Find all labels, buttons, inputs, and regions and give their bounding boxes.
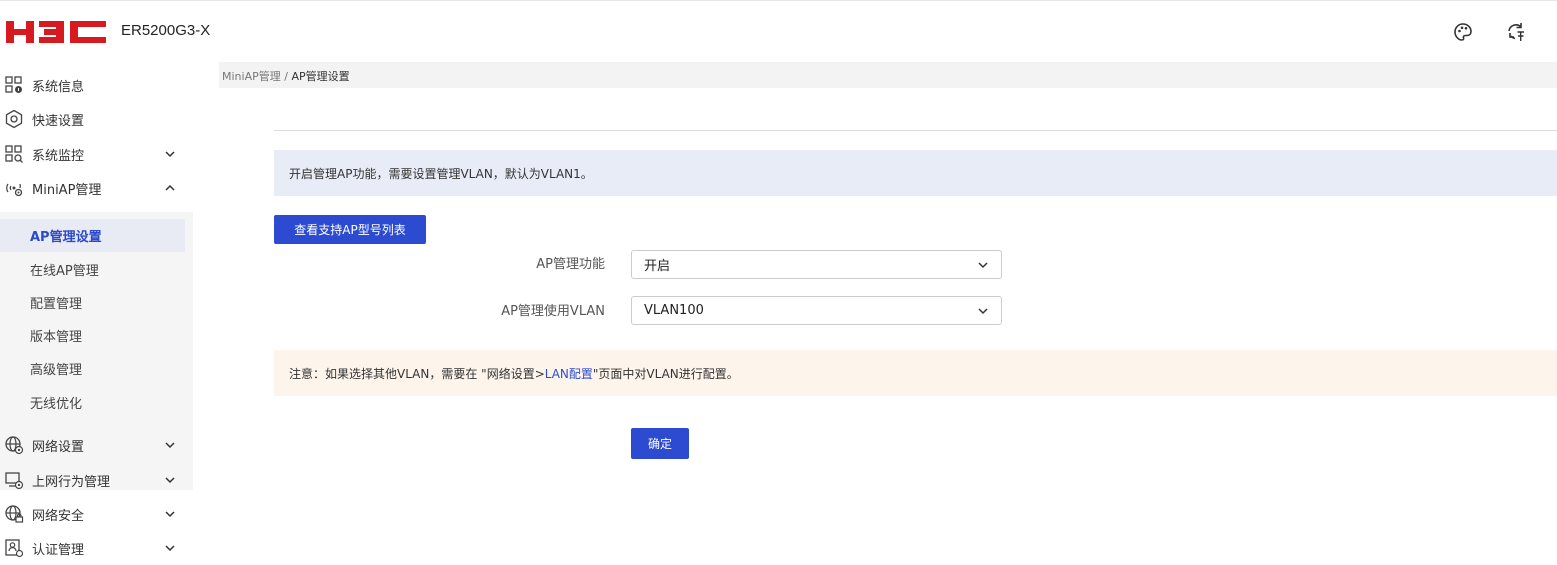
system-info-icon (5, 76, 22, 93)
sidebar-item-miniap[interactable]: MiniAP管理 (0, 171, 193, 205)
sidebar-item-label: 快速设置 (32, 113, 85, 129)
h3c-logo (6, 21, 106, 43)
top-header: ER5200G3-X (0, 0, 1557, 62)
system-monitor-icon (5, 145, 23, 163)
sidebar-item-label: 系统监控 (32, 148, 85, 164)
info-message: 开启管理AP功能，需要设置管理VLAN，默认为VLAN1。 (274, 150, 1557, 196)
sidebar: 系统信息 快速设置 系统监控 MiniAP管理 AP管理设置 在线AP管理 配置… (0, 62, 200, 558)
note-message: 注意：如果选择其他VLAN，需要在 "网络设置> LAN配置 "页面中对VLAN进行… (274, 350, 1557, 396)
sidebar-item-label: MiniAP管理 (32, 182, 102, 198)
network-settings-icon (5, 436, 24, 455)
behavior-management-icon (5, 472, 24, 490)
sidebar-item-label: 网络安全 (32, 508, 85, 524)
view-supported-models-button[interactable]: 查看支持AP型号列表 (274, 215, 426, 244)
lan-config-link[interactable]: LAN配置 (545, 365, 593, 382)
submenu-item-wireless-optimization[interactable]: 无线优化 (0, 386, 185, 419)
note-suffix: "页面中对VLAN进行配置。 (592, 366, 739, 381)
vlan-select[interactable]: VLAN100 (631, 296, 1002, 325)
sidebar-item-behavior-management[interactable]: 上网行为管理 (0, 463, 193, 497)
sidebar-item-network-security[interactable]: 网络安全 (0, 497, 193, 531)
breadcrumb-current: AP管理设置 (291, 70, 350, 83)
chevron-down-icon (165, 511, 175, 518)
ap-function-select[interactable]: 开启 (631, 250, 1002, 279)
chevron-down-icon (978, 262, 988, 269)
breadcrumb-bar: MiniAP管理 / AP管理设置 (219, 62, 1557, 88)
sidebar-item-quick-setup[interactable]: 快速设置 (0, 102, 193, 136)
sidebar-item-label: 认证管理 (32, 542, 85, 558)
ap-function-value: 开启 (644, 259, 671, 274)
device-name: ER5200G3-X (121, 22, 211, 39)
main-content: MiniAP管理 / AP管理设置 开启管理AP功能，需要设置管理VLAN，默认… (219, 62, 1557, 558)
submenu-item-advanced-management[interactable]: 高级管理 (0, 352, 185, 385)
chevron-down-icon (165, 442, 175, 449)
note-prefix: 注意：如果选择其他VLAN，需要在 "网络设置> (289, 366, 545, 381)
submenu-item-online-ap[interactable]: 在线AP管理 (0, 253, 185, 286)
sidebar-item-system-info[interactable]: 系统信息 (0, 68, 193, 102)
breadcrumb-separator: / (280, 70, 292, 83)
breadcrumb: MiniAP管理 / AP管理设置 (222, 68, 350, 84)
sidebar-item-system-monitor[interactable]: 系统监控 (0, 137, 193, 171)
chevron-down-icon (165, 151, 175, 158)
sidebar-item-label: 上网行为管理 (32, 474, 111, 490)
sidebar-item-label: 系统信息 (32, 79, 85, 95)
chevron-down-icon (165, 477, 175, 484)
chevron-down-icon (165, 545, 175, 552)
miniap-icon (6, 183, 23, 197)
vlan-label: AP管理使用VLAN (501, 304, 605, 319)
submenu-item-version-management[interactable]: 版本管理 (0, 319, 185, 352)
ap-function-label: AP管理功能 (536, 257, 605, 272)
breadcrumb-parent[interactable]: MiniAP管理 (222, 70, 281, 83)
sidebar-item-network-settings[interactable]: 网络设置 (0, 428, 193, 462)
vlan-value: VLAN100 (644, 303, 704, 318)
sidebar-item-label: 网络设置 (32, 439, 85, 455)
sidebar-item-auth-management[interactable]: 认证管理 (0, 531, 193, 565)
chevron-up-icon (165, 184, 175, 191)
refresh-language-icon[interactable] (1505, 21, 1527, 43)
quick-setup-icon (5, 109, 23, 129)
network-security-icon (5, 505, 24, 523)
palette-icon[interactable] (1452, 21, 1474, 43)
section-divider (274, 130, 1557, 131)
submenu-item-ap-settings[interactable]: AP管理设置 (0, 219, 185, 252)
auth-management-icon (5, 539, 24, 558)
confirm-button[interactable]: 确定 (631, 428, 689, 459)
chevron-down-icon (978, 308, 988, 315)
submenu-item-config-management[interactable]: 配置管理 (0, 286, 185, 319)
